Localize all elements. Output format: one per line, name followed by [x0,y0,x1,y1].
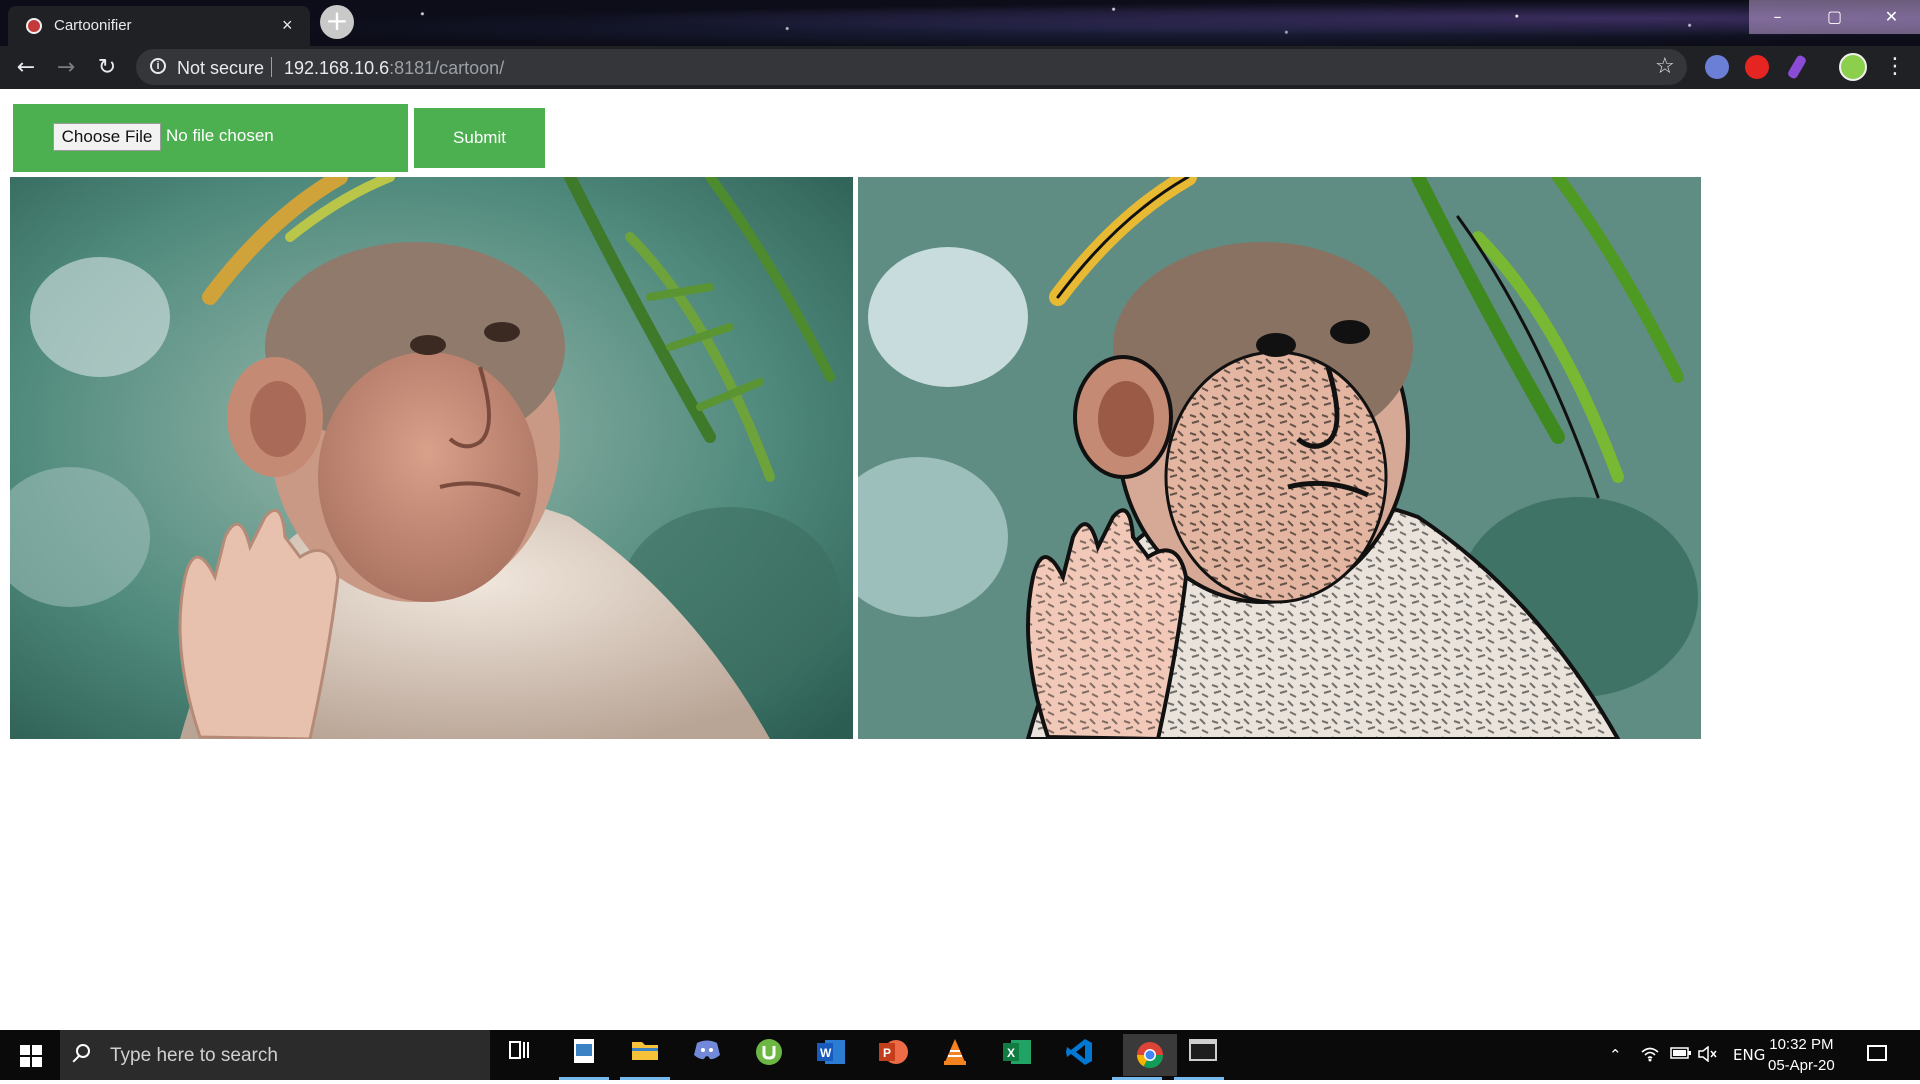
minimize-button[interactable]: – [1749,0,1806,34]
security-label[interactable]: Not secure [177,58,264,79]
url-text[interactable]: 192.168.10.6:8181/cartoon/ [284,58,504,79]
taskbar-search-field[interactable]: Type here to search [60,1030,490,1080]
language-indicator[interactable]: ENG [1733,1046,1765,1064]
close-window-button[interactable]: ✕ [1863,0,1920,34]
volume-muted-icon[interactable] [1698,1045,1718,1066]
back-button[interactable]: ← [12,54,40,82]
svg-text:P: P [883,1046,891,1060]
vscode-icon[interactable] [1061,1038,1097,1072]
forward-button[interactable]: → [52,54,80,82]
original-photo [10,177,853,739]
powerpoint-icon[interactable]: P [875,1038,911,1072]
tab-title: Cartoonifier [54,17,132,34]
extension-icon[interactable] [1705,55,1729,79]
utorrent-icon[interactable] [751,1038,787,1072]
show-hidden-icons-icon[interactable]: ⌃ [1609,1046,1622,1064]
file-explorer-icon[interactable] [627,1038,663,1072]
tab-cartoonifier[interactable]: Cartoonifier × [8,6,310,46]
choose-file-button[interactable]: Choose File [53,123,161,151]
browser-menu-icon[interactable]: ⋮ [1884,53,1906,81]
task-view-icon[interactable] [502,1038,538,1072]
browser-toolbar: ← → ↻ i Not secure 192.168.10.6:8181/car… [0,46,1920,89]
terminal-icon[interactable] [1185,1038,1221,1072]
search-placeholder: Type here to search [110,1045,278,1066]
taskbar: Type here to search W P X ⌃ ENG 10:32 PM… [0,1030,1920,1080]
file-status-text: No file chosen [166,126,274,145]
adblock-extension-icon[interactable] [1745,55,1769,79]
word-icon[interactable]: W [813,1038,849,1072]
cartoonified-photo [858,177,1701,739]
windows-start-icon[interactable] [20,1045,42,1067]
favicon-icon [26,18,42,34]
url-host: 192.168.10.6 [284,58,390,78]
maximize-button[interactable]: ▢ [1806,0,1863,34]
taskbar-clock[interactable]: 10:32 PM 05-Apr-20 [1768,1034,1835,1076]
info-icon[interactable]: i [150,58,166,74]
notification-center-icon[interactable] [1867,1045,1887,1061]
svg-text:X: X [1007,1046,1015,1060]
battery-icon[interactable] [1670,1046,1692,1064]
vlc-icon[interactable] [937,1038,973,1072]
profile-avatar[interactable] [1839,53,1867,81]
reload-button[interactable]: ↻ [93,54,121,82]
file-upload-field[interactable]: Choose File No file chosen [13,104,408,172]
clock-time: 10:32 PM [1769,1036,1834,1053]
url-path: :8181/cartoon/ [389,58,505,78]
address-bar[interactable]: i Not secure 192.168.10.6:8181/cartoon/ … [136,49,1687,85]
photos-icon[interactable] [566,1038,602,1072]
close-tab-icon[interactable]: × [282,15,293,35]
bookmark-star-icon[interactable]: ☆ [1655,54,1675,79]
chrome-icon[interactable] [1123,1034,1177,1076]
new-tab-button[interactable]: + [320,5,354,39]
search-icon [76,1044,90,1058]
pen-extension-icon[interactable] [1786,54,1808,80]
browser-tab-strip: Cartoonifier × + – ▢ ✕ [0,0,1920,46]
page-content: Choose File No file chosen Submit [0,89,1920,1030]
discord-icon[interactable] [689,1038,725,1072]
svg-text:W: W [820,1046,832,1060]
wifi-icon[interactable] [1641,1046,1659,1066]
excel-icon[interactable]: X [999,1038,1035,1072]
submit-button[interactable]: Submit [414,108,545,168]
clock-date: 05-Apr-20 [1768,1057,1835,1074]
omnibox-divider [271,57,272,77]
